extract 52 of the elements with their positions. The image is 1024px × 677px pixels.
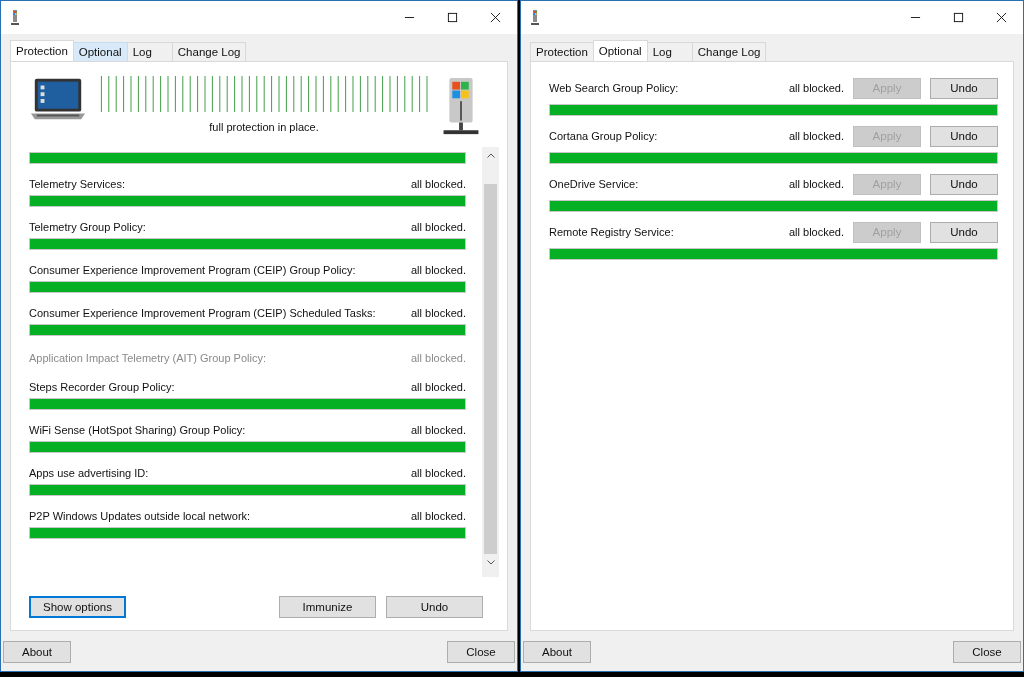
tab[interactable]: Log	[126, 42, 173, 61]
tab[interactable]: Log	[646, 42, 693, 61]
item-label: Steps Recorder Group Policy:	[29, 381, 175, 395]
tab[interactable]: Protection	[10, 40, 74, 61]
item-status: all blocked.	[410, 221, 466, 235]
scroll-up-icon[interactable]	[486, 153, 495, 158]
app-icon	[11, 9, 19, 26]
option-status: all blocked.	[788, 226, 844, 238]
item-label: Application Impact Telemetry (AIT) Group Policy:	[29, 352, 266, 366]
item-label: P2P Windows Updates outside local network:	[29, 510, 251, 524]
option-label: OneDrive Service:	[549, 178, 640, 190]
option-button[interactable]: Undo	[930, 125, 998, 147]
item-status: all blocked.	[410, 307, 466, 321]
option-button[interactable]: Undo	[930, 77, 998, 99]
panel-button[interactable]: Show options	[29, 596, 126, 618]
footer-button[interactable]: Close	[953, 641, 1021, 663]
option-label: Cortana Group Policy:	[549, 130, 659, 142]
option-status: all blocked.	[788, 130, 844, 142]
app-icon	[531, 9, 539, 26]
item-status: all blocked.	[410, 264, 466, 278]
option-button[interactable]: Undo	[930, 221, 998, 243]
footer-button[interactable]: About	[3, 641, 71, 663]
tab[interactable]: Optional	[592, 40, 648, 61]
footer-button[interactable]: About	[523, 641, 591, 663]
panel-button[interactable]: Immunize	[279, 596, 376, 618]
item-status: all blocked.	[410, 381, 466, 395]
option-label: Web Search Group Policy:	[549, 82, 680, 94]
option-status: all blocked.	[788, 178, 844, 190]
item-label: WiFi Sense (HotSpot Sharing) Group Policy:	[29, 424, 246, 438]
scroll-thumb[interactable]	[484, 184, 497, 554]
item-status: all blocked.	[410, 424, 466, 438]
item-label: Consumer Experience Improvement Program (CEIP) Group Policy:	[29, 264, 356, 278]
panel-button[interactable]: Undo	[386, 596, 483, 618]
tab[interactable]: Change Log	[691, 42, 767, 61]
status-message: full protection in place.	[209, 121, 319, 133]
item-label: Consumer Experience Improvement Program (CEIP) Scheduled Tasks:	[29, 307, 376, 321]
tab[interactable]: Optional	[72, 42, 128, 61]
footer-button[interactable]: Close	[447, 641, 515, 663]
option-button[interactable]: Undo	[930, 173, 998, 195]
item-status: all blocked.	[410, 178, 466, 192]
option-label: Remote Registry Service:	[549, 226, 675, 238]
item-status: all blocked.	[410, 352, 466, 366]
scroll-down-icon[interactable]	[486, 560, 495, 565]
tab[interactable]: Protection	[530, 42, 594, 61]
option-status: all blocked.	[788, 82, 844, 94]
item-label: Apps use advertising ID:	[29, 467, 149, 481]
item-status: all blocked.	[410, 510, 466, 524]
scrollbar[interactable]	[482, 147, 499, 577]
item-status: all blocked.	[410, 467, 466, 481]
item-label: Telemetry Services:	[29, 178, 125, 192]
item-label: Telemetry Group Policy:	[29, 221, 146, 235]
tab[interactable]: Change Log	[171, 42, 247, 61]
